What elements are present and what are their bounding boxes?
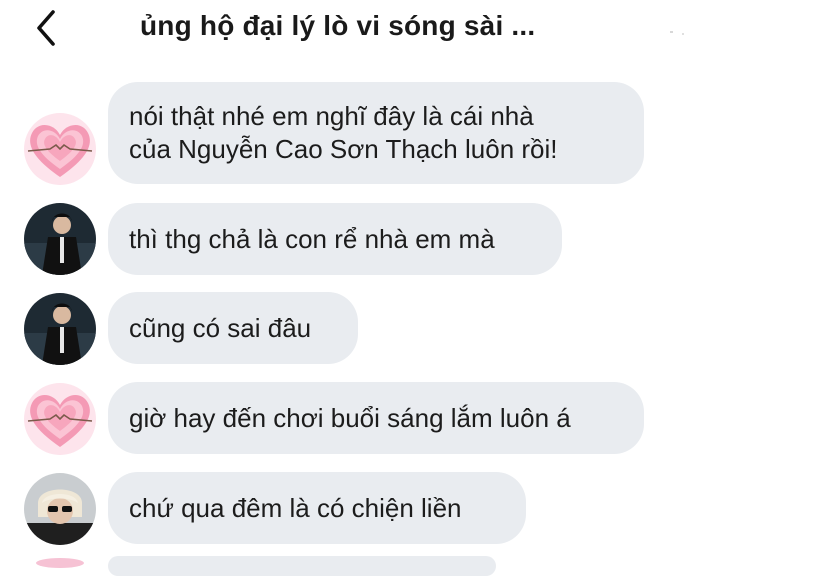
decorative-dot — [682, 33, 684, 35]
message-bubble[interactable]: cũng có sai đâu — [108, 292, 358, 364]
message-bubble[interactable]: chứ qua đêm là có chiện liền — [108, 472, 526, 544]
blonde-person-avatar[interactable] — [24, 473, 96, 545]
message-bubble[interactable]: giờ hay đến chơi buổi sáng lắm luôn á — [108, 382, 644, 454]
avatar-partial — [36, 558, 84, 568]
heart-hands-avatar[interactable] — [24, 383, 96, 455]
back-button[interactable] — [26, 6, 66, 50]
chat-header: ủng hộ đại lý lò vi sóng sài ... — [0, 0, 828, 56]
message-text: cũng có sai đâu — [129, 312, 312, 343]
man-in-suit-avatar[interactable] — [24, 293, 96, 365]
chevron-left-icon — [37, 10, 55, 46]
decorative-dot — [670, 31, 673, 33]
message-bubble[interactable]: nói thật nhé em nghĩ đây là cái nhà của … — [108, 82, 644, 184]
message-text: nói thật nhé em nghĩ đây là cái nhà của … — [129, 101, 558, 164]
chat-title[interactable]: ủng hộ đại lý lò vi sóng sài ... — [140, 10, 620, 42]
message-text: chứ qua đêm là có chiện liền — [129, 492, 462, 523]
heart-hands-avatar[interactable] — [24, 113, 96, 185]
message-text: thì thg chả là con rể nhà em mà — [129, 223, 495, 254]
man-in-suit-avatar[interactable] — [24, 203, 96, 275]
message-bubble-partial[interactable] — [108, 556, 496, 576]
message-text: giờ hay đến chơi buổi sáng lắm luôn á — [129, 402, 571, 433]
message-bubble[interactable]: thì thg chả là con rể nhà em mà — [108, 203, 562, 275]
